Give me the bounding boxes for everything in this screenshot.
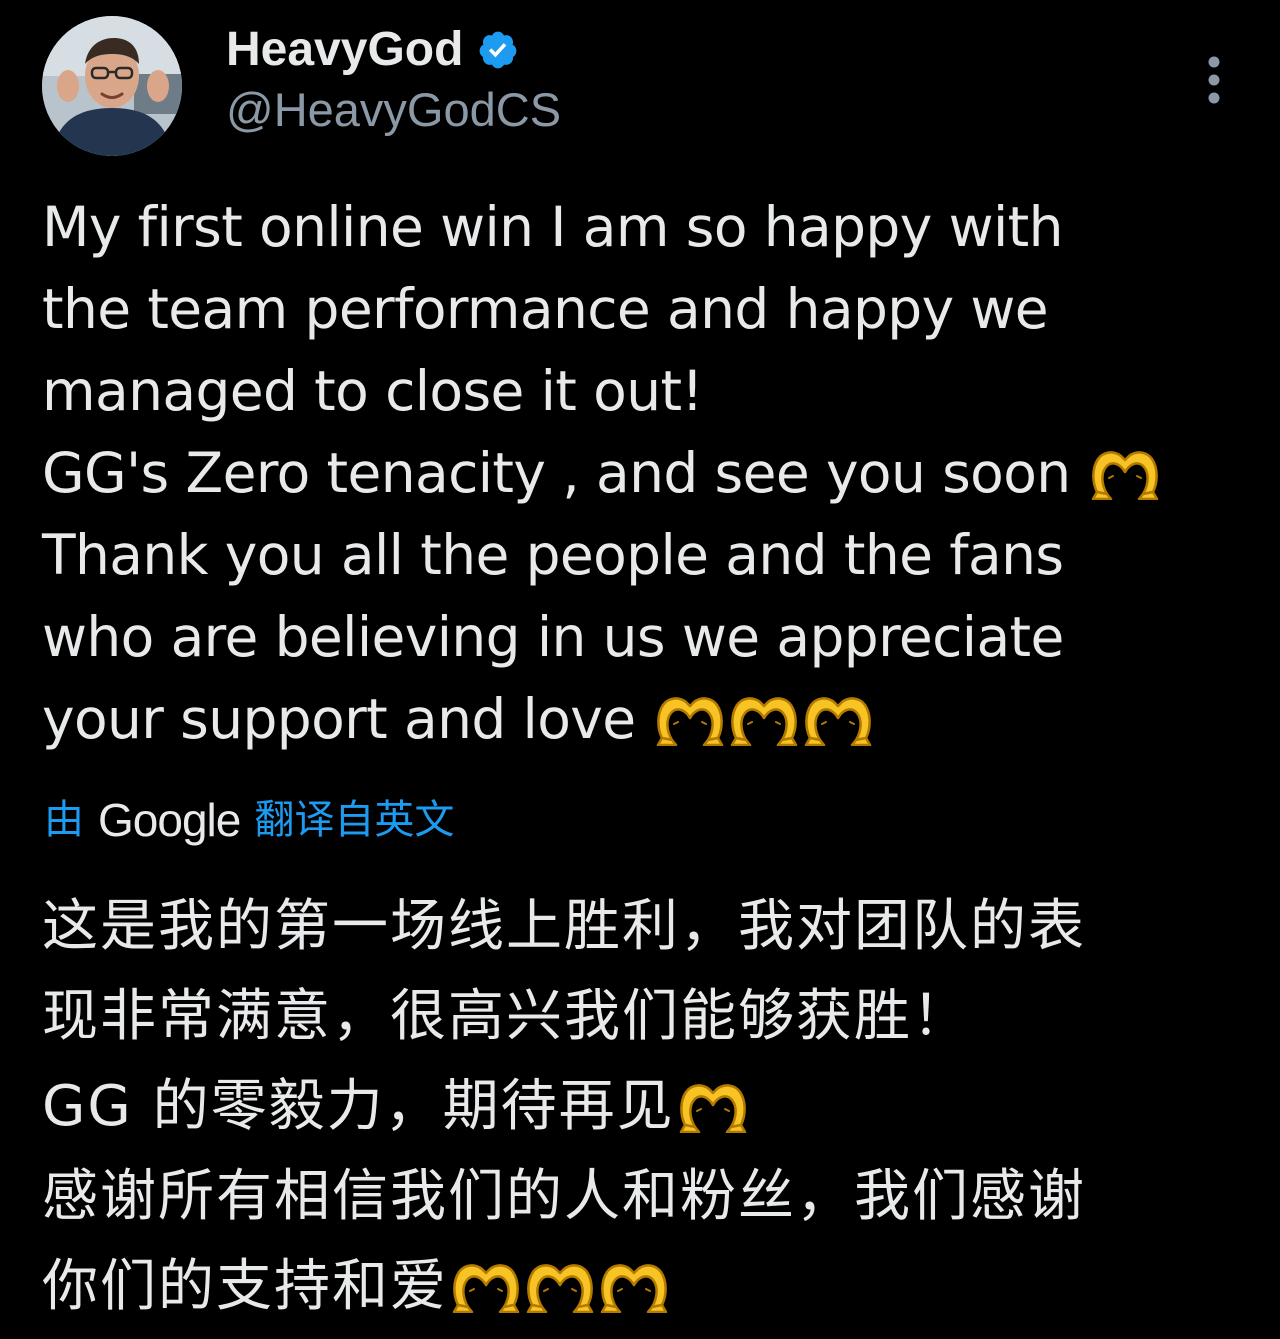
tweet-text-line: Thank you all the people and the fans: [42, 523, 1064, 587]
translated-text-line: GG 的零毅力，期待再见: [42, 1062, 1262, 1152]
google-logo: Google: [98, 794, 241, 846]
heart-hands-emoji-icon: [1089, 442, 1161, 500]
translation-suffix: 翻译自英文: [254, 797, 455, 843]
translated-text-line: 现非常满意，很高兴我们能够获胜！: [42, 984, 970, 1049]
heart-hands-emoji-icon: [802, 688, 874, 746]
more-options-button[interactable]: [1186, 40, 1242, 120]
translation-prefix: 由: [44, 797, 84, 843]
avatar-photo: [42, 16, 182, 156]
tweet-header: HeavyGod @HeavyGodCS: [42, 16, 1242, 156]
translated-text-line: 感谢所有相信我们的人和粉丝，我们感谢: [42, 1164, 1086, 1229]
tweet-text-line: your support and love: [42, 678, 1242, 760]
tweet-text-line: GG's Zero tenacity , and see you soon: [42, 432, 1242, 514]
avatar[interactable]: [42, 16, 182, 156]
tweet-text-line: My first online win I am so happy with: [42, 195, 1063, 259]
tweet-text-line: the team performance and happy we: [42, 277, 1049, 341]
tweet-text: My first online win I am so happy with t…: [42, 186, 1242, 760]
author-handle[interactable]: @HeavyGodCS: [226, 82, 561, 138]
author-display-name[interactable]: HeavyGod: [226, 22, 463, 78]
heart-hands-emoji-icon: [598, 1255, 670, 1313]
translated-text-line: 这是我的第一场线上胜利，我对团队的表: [42, 894, 1086, 959]
translated-text: 这是我的第一场线上胜利，我对团队的表 现非常满意，很高兴我们能够获胜！ GG 的…: [42, 882, 1262, 1332]
heart-hands-emoji-icon: [677, 1075, 749, 1133]
heart-hands-emoji-icon: [728, 688, 800, 746]
verified-badge-icon: [480, 31, 517, 69]
heart-hands-emoji-icon: [524, 1255, 596, 1313]
more-vertical-icon: [1208, 56, 1220, 104]
heart-hands-emoji-icon: [450, 1255, 522, 1313]
heart-hands-emoji-icon: [654, 688, 726, 746]
translation-attribution[interactable]: 由 Google 翻译自英文: [44, 790, 454, 850]
translated-text-line: 你们的支持和爱: [42, 1242, 1262, 1332]
author-name-row[interactable]: HeavyGod: [226, 22, 519, 78]
tweet-text-line: managed to close it out!: [42, 359, 703, 423]
tweet-text-line: who are believing in us we appreciate: [42, 605, 1064, 669]
